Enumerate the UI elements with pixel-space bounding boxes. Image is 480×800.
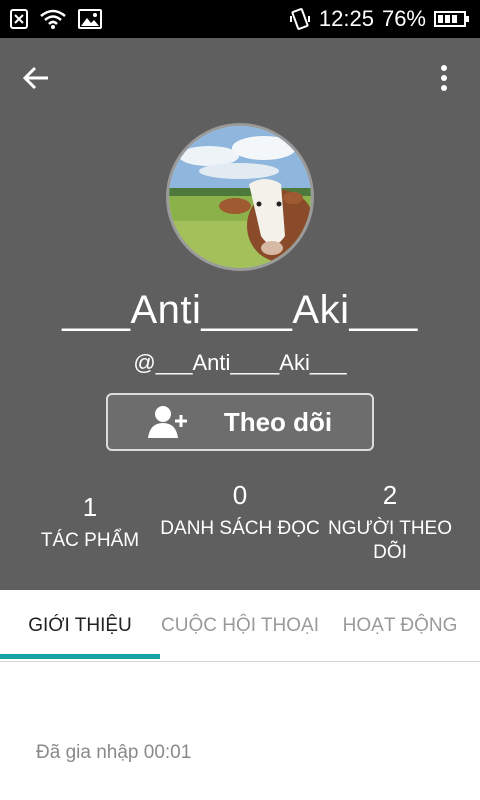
profile-header: ___Anti____Aki___ @___Anti____Aki___ The… [0, 38, 480, 590]
avatar-cow-photo [169, 126, 311, 268]
stat-works[interactable]: 1 TÁC PHẨM [10, 492, 170, 553]
notification-x-icon [10, 9, 28, 29]
tab-conversations[interactable]: CUỘC HỘI THOẠI [160, 590, 320, 662]
status-left [10, 9, 102, 29]
stat-reading-lists-value: 0 [232, 480, 248, 510]
profile-tabs: GIỚI THIỆU CUỘC HỘI THOẠI HOẠT ĐỘNG [0, 590, 480, 662]
image-icon [78, 9, 102, 29]
back-arrow-icon[interactable] [22, 64, 62, 96]
add-person-icon [147, 405, 188, 439]
stat-works-label: TÁC PHẨM [40, 530, 140, 551]
status-time: 12:25 [318, 6, 374, 31]
follow-button-label: Theo dõi [223, 406, 333, 437]
stat-works-value: 1 [82, 492, 98, 522]
more-vert-icon[interactable] [430, 64, 458, 96]
username: @___Anti____Aki___ [133, 350, 347, 375]
active-tab-indicator [0, 654, 160, 659]
profile-stats: 1 TÁC PHẨM 0 DANH SÁCH ĐỌC 2 NGƯỜI THEO … [0, 478, 480, 578]
battery-icon [434, 10, 470, 28]
status-right: 12:25 76% [289, 6, 470, 32]
stat-reading-lists-label: DANH SÁCH ĐỌC [160, 518, 320, 539]
stat-followers-label: NGƯỜI THEO DÕI [327, 518, 452, 563]
display-name: ___Anti____Aki___ [62, 288, 418, 332]
stat-reading-lists[interactable]: 0 DANH SÁCH ĐỌC [160, 480, 320, 541]
battery-percent: 76% [381, 6, 426, 31]
tab-about[interactable]: GIỚI THIỆU [0, 590, 160, 662]
wifi-icon [40, 9, 66, 29]
stat-followers-value: 2 [382, 480, 398, 510]
avatar[interactable] [166, 123, 314, 271]
status-bar: 12:25 76% [0, 0, 480, 38]
follow-button[interactable]: Theo dõi [106, 393, 374, 451]
joined-date: Đã gia nhập 00:01 [36, 742, 192, 763]
tab-activity[interactable]: HOẠT ĐỘNG [320, 590, 480, 662]
vibrate-icon [289, 8, 311, 30]
stat-followers[interactable]: 2 NGƯỜI THEO DÕI [310, 480, 470, 565]
